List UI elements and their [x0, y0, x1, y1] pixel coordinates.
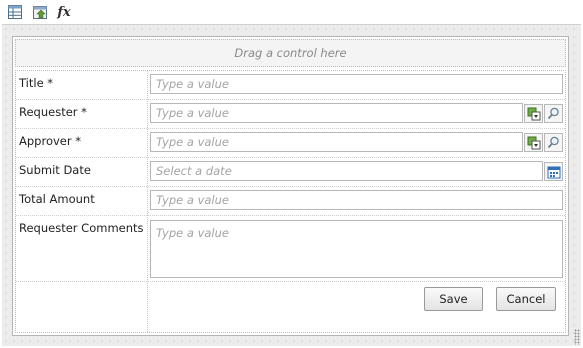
- requester-comments-textarea[interactable]: Type a value: [150, 220, 563, 278]
- total-amount-placeholder: Type a value: [156, 193, 229, 207]
- resize-grip[interactable]: [574, 329, 580, 345]
- approver-label: Approver *: [19, 134, 81, 148]
- form-row-approver: Approver * Type a value: [16, 129, 565, 158]
- form-panel: Drag a control here Title * Type a value…: [12, 36, 569, 336]
- drag-hint: Drag a control here: [234, 46, 347, 60]
- requester-placeholder: Type a value: [156, 106, 229, 120]
- total-amount-label: Total Amount: [19, 192, 95, 206]
- browse-people-icon[interactable]: [544, 133, 563, 152]
- requester-input[interactable]: Type a value: [150, 103, 523, 123]
- submit-date-input[interactable]: Select a date: [150, 161, 543, 181]
- title-input[interactable]: Type a value: [150, 74, 563, 94]
- title-placeholder: Type a value: [156, 77, 229, 91]
- submit-date-label: Submit Date: [19, 163, 91, 177]
- browse-people-icon[interactable]: [544, 104, 563, 123]
- approver-input[interactable]: Type a value: [150, 132, 523, 152]
- total-amount-input[interactable]: Type a value: [150, 190, 563, 210]
- check-names-icon[interactable]: [524, 104, 543, 123]
- calendar-icon[interactable]: [544, 162, 563, 181]
- submit-date-placeholder: Select a date: [156, 164, 232, 178]
- insert-control-icon[interactable]: [31, 3, 49, 21]
- form-row-actions: Save Cancel: [16, 282, 565, 332]
- form-row-requester: Requester * Type a value: [16, 100, 565, 129]
- requester-label: Requester *: [19, 105, 87, 119]
- approver-placeholder: Type a value: [156, 135, 229, 149]
- form-row-requester-comments: Requester Comments Type a value: [16, 216, 565, 282]
- requester-comments-placeholder: Type a value: [156, 226, 229, 240]
- title-label: Title *: [19, 76, 54, 90]
- requester-comments-label: Requester Comments: [19, 221, 144, 235]
- form-row-total-amount: Total Amount Type a value: [16, 187, 565, 216]
- form-row-submit-date: Submit Date Select a date: [16, 158, 565, 187]
- designer-toolbar: fx: [0, 0, 583, 24]
- save-button[interactable]: Save: [424, 287, 483, 311]
- form-grid: Title * Type a value Requester * Type a …: [15, 70, 566, 333]
- cancel-button[interactable]: Cancel: [496, 287, 556, 311]
- form-row-title: Title * Type a value: [16, 71, 565, 100]
- table-layout-icon[interactable]: [6, 3, 24, 21]
- drag-drop-zone[interactable]: Drag a control here: [15, 39, 566, 67]
- check-names-icon[interactable]: [524, 133, 543, 152]
- formula-icon[interactable]: fx: [55, 3, 73, 21]
